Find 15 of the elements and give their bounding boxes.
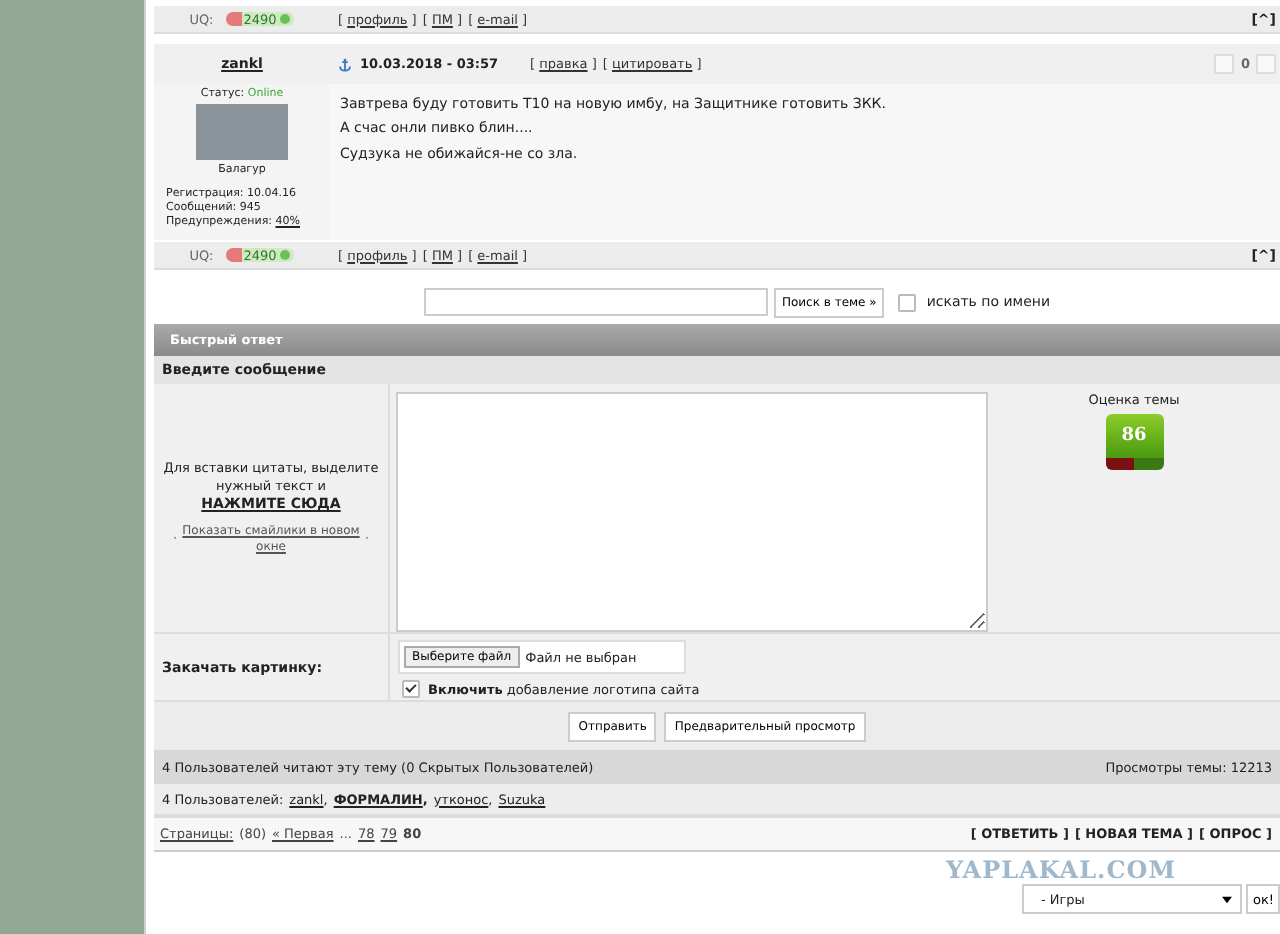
vote-up-button[interactable] <box>1256 54 1276 74</box>
minus-icon[interactable] <box>225 12 242 26</box>
minus-button[interactable] <box>1105 458 1134 470</box>
minus-icon[interactable] <box>225 248 242 262</box>
search-field[interactable] <box>423 288 768 316</box>
photo-placeholder <box>196 104 288 160</box>
rating-badge: 86 <box>1105 414 1163 458</box>
anchor-icon[interactable] <box>338 57 352 71</box>
plus-icon[interactable] <box>280 250 291 260</box>
checkbox[interactable] <box>402 680 420 698</box>
checkbox[interactable] <box>898 293 917 311</box>
message-field[interactable] <box>396 392 988 632</box>
plus-icon[interactable] <box>280 14 291 24</box>
vote-down-button[interactable] <box>1214 54 1235 74</box>
caret-icon <box>1222 895 1233 903</box>
